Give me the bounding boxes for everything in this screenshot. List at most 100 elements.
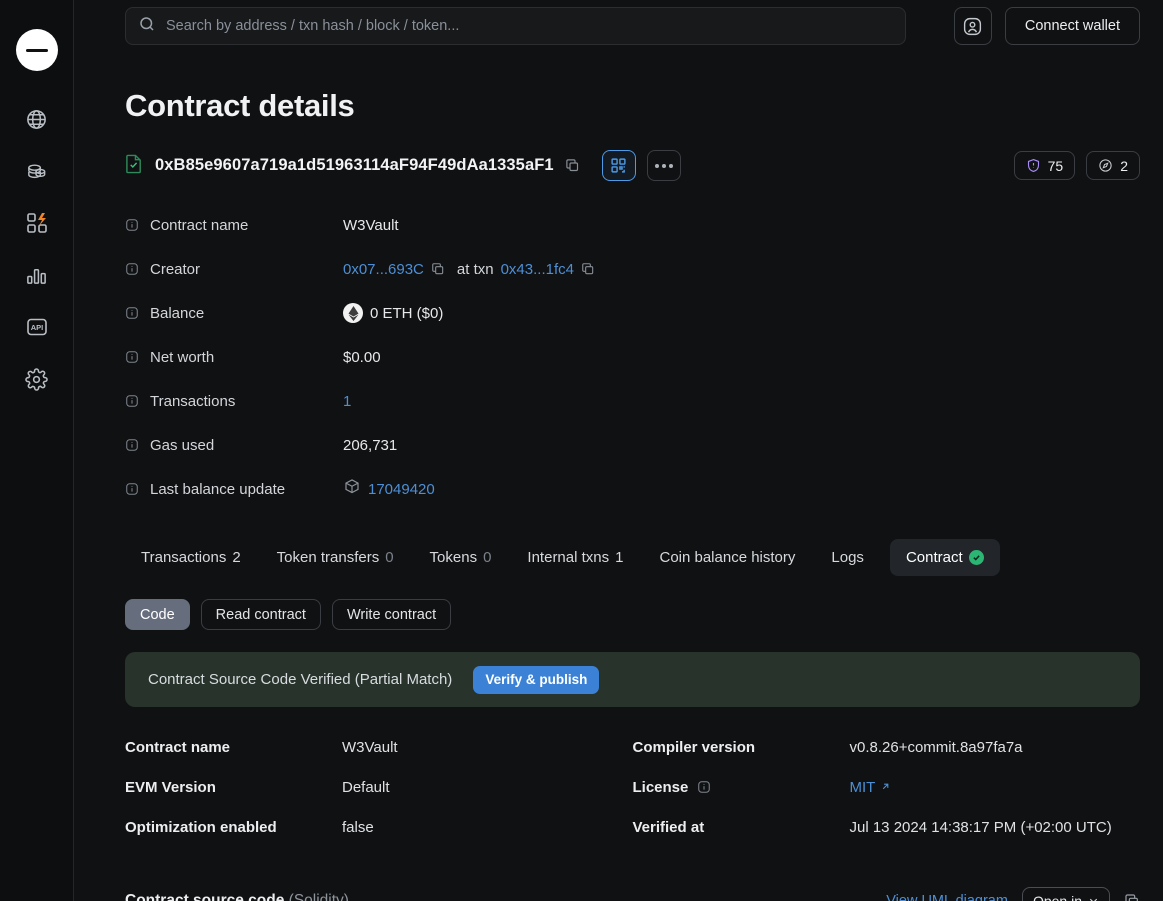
copy-source-code-icon[interactable] <box>1124 893 1140 901</box>
qr-code-button[interactable] <box>601 150 636 181</box>
metadata-row-contract-name: Contract name W3Vault <box>125 727 633 767</box>
tab-label: Transactions <box>141 549 227 566</box>
dot <box>654 163 659 168</box>
sub-tab-bar: Code Read contract Write contract <box>125 599 1140 630</box>
info-icon[interactable] <box>125 438 139 452</box>
dot <box>668 163 673 168</box>
detail-label: Last balance update <box>125 481 343 498</box>
info-icon[interactable] <box>125 394 139 408</box>
metadata-value: false <box>342 818 374 836</box>
label-text: Creator <box>150 260 201 278</box>
copy-creator-icon[interactable] <box>431 262 445 276</box>
detail-value: 1 <box>343 393 351 410</box>
sidebar-item-tokens[interactable] <box>15 149 59 193</box>
tab-label: Token transfers <box>276 549 380 566</box>
search-input[interactable] <box>166 18 893 34</box>
logo-bar <box>25 48 48 52</box>
page-title: Contract details <box>125 88 355 123</box>
tab-count: 0 <box>385 549 394 566</box>
detail-row-gas-used: Gas used 206,731 <box>125 423 1140 467</box>
open-in-label: Open in <box>1032 893 1082 901</box>
tab-logs[interactable]: Logs <box>815 539 886 576</box>
tab-label: Coin balance history <box>659 549 796 566</box>
metadata-label: License <box>633 779 850 796</box>
block-icon <box>343 478 361 500</box>
source-code-actions: View UML diagram Open in <box>886 887 1140 901</box>
sidebar-item-apps[interactable] <box>15 201 59 245</box>
connect-wallet-button[interactable]: Connect wallet <box>1004 7 1140 45</box>
metadata-row-compiler-version: Compiler version v0.8.26+commit.8a97fa7a <box>633 727 1141 767</box>
subtab-code[interactable]: Code <box>125 599 190 630</box>
tab-transactions[interactable]: Transactions 2 <box>125 539 257 576</box>
sidebar-item-settings[interactable] <box>15 357 59 401</box>
metadata-label: EVM Version <box>125 778 216 796</box>
info-icon[interactable] <box>125 482 139 496</box>
metadata-column-right: Compiler version v0.8.26+commit.8a97fa7a… <box>633 727 1141 847</box>
copy-txn-icon[interactable] <box>581 262 595 276</box>
tab-contract[interactable]: Contract <box>889 539 1000 576</box>
tab-internal-txns[interactable]: Internal txns 1 <box>511 539 639 576</box>
contract-address: 0xB85e9607a719a1d51963114aF94F49dAa1335a… <box>155 156 554 174</box>
subtab-write-contract[interactable]: Write contract <box>331 599 452 630</box>
tab-label: Internal txns <box>527 549 610 566</box>
detail-label: Contract name <box>125 217 343 234</box>
tab-label: Tokens <box>429 549 478 566</box>
more-options-button[interactable] <box>646 150 681 181</box>
detail-label: Gas used <box>125 437 343 454</box>
topbar: Connect wallet <box>125 0 1140 45</box>
detail-value: W3Vault <box>343 216 399 234</box>
detail-row-last-balance-update: Last balance update 17049420 <box>125 467 1140 511</box>
topbar-actions: Connect wallet <box>953 7 1140 45</box>
copy-address-icon[interactable] <box>565 158 580 173</box>
chevron-down-icon <box>1088 893 1099 901</box>
tab-count: 0 <box>483 549 492 566</box>
info-icon[interactable] <box>125 306 139 320</box>
creator-address-link[interactable]: 0x07...693C <box>343 261 424 278</box>
sidebar-item-api[interactable]: API <box>15 305 59 349</box>
sidebar-item-charts[interactable] <box>15 253 59 297</box>
detail-row-net-worth: Net worth $0.00 <box>125 335 1140 379</box>
info-icon[interactable] <box>125 218 139 232</box>
tab-bar: Transactions 2 Token transfers 0 Tokens … <box>125 539 1140 576</box>
verification-banner: Contract Source Code Verified (Partial M… <box>125 652 1140 707</box>
explorers-badge[interactable]: 2 <box>1086 151 1140 180</box>
tab-coin-balance-history[interactable]: Coin balance history <box>643 539 811 576</box>
tab-token-transfers[interactable]: Token transfers 0 <box>261 539 410 576</box>
creation-txn-link[interactable]: 0x43...1fc4 <box>501 261 574 278</box>
label-text: Balance <box>150 304 205 322</box>
info-icon[interactable] <box>125 262 139 276</box>
block-number-link[interactable]: 17049420 <box>368 481 435 498</box>
verified-check-icon <box>968 550 984 565</box>
detail-value: 206,731 <box>343 436 398 454</box>
verify-and-publish-button[interactable]: Verify & publish <box>473 665 600 694</box>
detail-row-contract-name: Contract name W3Vault <box>125 203 1140 247</box>
view-uml-diagram-link[interactable]: View UML diagram <box>886 893 1008 901</box>
blockscout-logo[interactable] <box>15 29 58 71</box>
detail-row-transactions: Transactions 1 <box>125 379 1140 423</box>
sidebar-item-globe[interactable] <box>15 97 59 141</box>
badge-group: 75 2 <box>1013 151 1140 180</box>
verification-status-text: Contract Source Code Verified (Partial M… <box>148 671 453 688</box>
security-score-badge[interactable]: 75 <box>1013 151 1076 180</box>
subtab-read-contract[interactable]: Read contract <box>200 599 321 630</box>
transactions-count-link[interactable]: 1 <box>343 393 351 410</box>
detail-label: Net worth <box>125 349 343 366</box>
label-text: Transactions <box>150 392 236 410</box>
label-text: Last balance update <box>150 480 286 498</box>
security-score-value: 75 <box>1047 157 1064 174</box>
detail-row-balance: Balance 0 ETH ($0) <box>125 291 1140 335</box>
source-language-text: (Solidity) <box>288 892 349 901</box>
detail-value: 0 ETH ($0) <box>343 303 443 323</box>
detail-label: Creator <box>125 261 343 278</box>
info-icon[interactable] <box>697 780 711 794</box>
tab-tokens[interactable]: Tokens 0 <box>414 539 508 576</box>
info-icon[interactable] <box>125 350 139 364</box>
metadata-row-evm-version: EVM Version Default <box>125 767 633 807</box>
license-link[interactable]: MIT <box>850 779 876 796</box>
dot <box>661 163 666 168</box>
open-in-dropdown[interactable]: Open in <box>1021 887 1110 901</box>
tab-label: Logs <box>831 549 864 566</box>
search-box[interactable] <box>125 7 906 45</box>
verified-contract-icon <box>125 153 144 179</box>
profile-button[interactable] <box>953 7 992 45</box>
